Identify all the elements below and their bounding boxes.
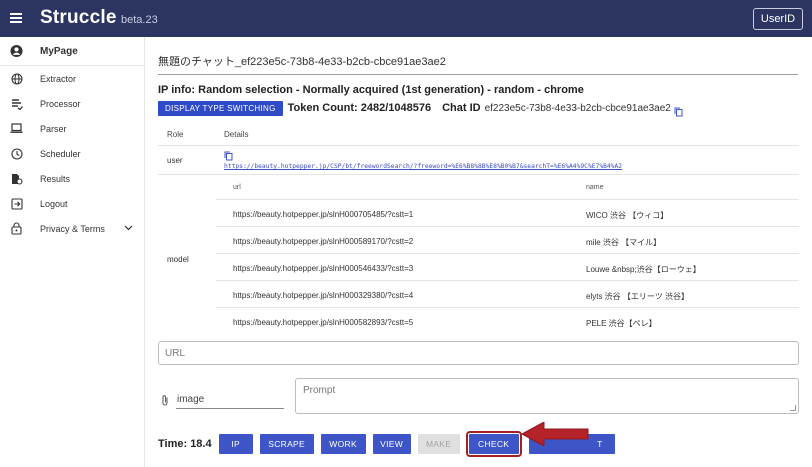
name-header: name bbox=[586, 184, 604, 191]
table-header-row: Role Details bbox=[158, 122, 799, 146]
sidebar-item-label: Processor bbox=[40, 98, 81, 109]
lock-icon bbox=[10, 222, 23, 235]
chat-title-field[interactable]: 無題のチャット_ef223e5c-73b8-4e33-b2cb-cbce91ae… bbox=[158, 53, 798, 75]
name-cell: Louwe &nbsp;渋谷【ローウェ】 bbox=[586, 265, 701, 274]
userid-button[interactable]: UserID bbox=[753, 8, 803, 30]
chat-toolbar: DISPLAY TYPE SWITCHING Token Count: 2482… bbox=[158, 100, 683, 116]
url-cell: https://beauty.hotpepper.jp/slnH00054643… bbox=[233, 264, 414, 273]
work-button[interactable]: WORK bbox=[320, 434, 366, 454]
scrape-button[interactable]: SCRAPE bbox=[259, 434, 314, 454]
clock-icon bbox=[10, 147, 23, 160]
display-type-switching-button[interactable]: DISPLAY TYPE SWITCHING bbox=[158, 100, 283, 116]
copy-icon[interactable] bbox=[674, 104, 683, 116]
version-label: beta.23 bbox=[121, 14, 158, 26]
chevron-down-icon[interactable] bbox=[124, 223, 133, 233]
hamburger-menu-icon[interactable] bbox=[10, 11, 24, 25]
paperclip-icon[interactable] bbox=[160, 394, 170, 407]
name-cell: mile 渋谷 【マイル】 bbox=[586, 238, 662, 247]
prompt-placeholder: Prompt bbox=[303, 385, 336, 396]
sidebar-item-parser[interactable]: Parser bbox=[0, 116, 144, 141]
image-input[interactable]: image bbox=[176, 394, 284, 409]
token-count: Token Count: 2482/1048576 bbox=[287, 102, 432, 114]
table-row-user: user https://beauty.hotpepper.jp/CSP/bt/… bbox=[158, 146, 799, 175]
sidebar: MyPage Extractor Processor Parser Schedu… bbox=[0, 37, 145, 467]
sidebar-item-label: Logout bbox=[40, 198, 68, 209]
role-header: Role bbox=[167, 130, 184, 139]
sidebar-item-mypage[interactable]: MyPage bbox=[0, 37, 144, 66]
app-bar: Struccle beta.23 UserID bbox=[0, 0, 812, 37]
inner-header-row: url name bbox=[216, 175, 799, 200]
url-cell: https://beauty.hotpepper.jp/slnH00058917… bbox=[233, 237, 414, 246]
copy-icon[interactable] bbox=[224, 148, 233, 161]
model-result-table: url name https://beauty.hotpepper.jp/sln… bbox=[216, 175, 799, 335]
ip-info-text: IP info: Random selection - Normally acq… bbox=[158, 84, 584, 96]
sidebar-item-label: Parser bbox=[40, 123, 67, 134]
make-button: MAKE bbox=[417, 434, 460, 454]
brand-title: Struccle bbox=[40, 7, 117, 28]
sidebar-item-label: Privacy & Terms bbox=[40, 223, 105, 234]
url-cell: https://beauty.hotpepper.jp/slnH00032938… bbox=[233, 291, 414, 300]
details-header: Details bbox=[224, 130, 249, 139]
table-row: https://beauty.hotpepper.jp/slnH00032938… bbox=[216, 281, 799, 308]
results-icon bbox=[10, 172, 23, 185]
view-button[interactable]: VIEW bbox=[372, 434, 411, 454]
main-panel: 無題のチャット_ef223e5c-73b8-4e33-b2cb-cbce91ae… bbox=[146, 37, 812, 467]
search-url-link[interactable]: https://beauty.hotpepper.jp/CSP/bt/freew… bbox=[224, 163, 622, 170]
table-row: https://beauty.hotpepper.jp/slnH00070548… bbox=[216, 200, 799, 227]
table-row: https://beauty.hotpepper.jp/slnH00054643… bbox=[216, 254, 799, 281]
sidebar-item-scheduler[interactable]: Scheduler bbox=[0, 141, 144, 166]
chat-table: Role Details user https://beauty.hotpepp… bbox=[158, 122, 799, 328]
sidebar-item-logout[interactable]: Logout bbox=[0, 191, 144, 216]
url-input[interactable]: URL bbox=[158, 341, 799, 365]
sidebar-item-label: MyPage bbox=[40, 45, 78, 57]
account-circle-icon bbox=[10, 44, 23, 58]
role-cell: user bbox=[167, 156, 183, 165]
table-row: https://beauty.hotpepper.jp/slnH00058289… bbox=[216, 308, 799, 335]
sidebar-item-results[interactable]: Results bbox=[0, 166, 144, 191]
url-cell: https://beauty.hotpepper.jp/slnH00070548… bbox=[233, 210, 414, 219]
sidebar-item-label: Extractor bbox=[40, 73, 77, 84]
ip-button[interactable]: IP bbox=[218, 434, 253, 454]
sidebar-item-extractor[interactable]: Extractor bbox=[0, 66, 144, 91]
sidebar-item-label: Scheduler bbox=[40, 148, 81, 159]
laptop-icon bbox=[10, 122, 23, 135]
role-cell: model bbox=[167, 255, 189, 264]
logout-icon bbox=[10, 197, 23, 210]
elapsed-time: Time: 18.4 bbox=[158, 438, 212, 450]
table-row-model: model url name https://beauty.hotpepper.… bbox=[158, 175, 799, 328]
url-cell: https://beauty.hotpepper.jp/slnH00058289… bbox=[233, 318, 414, 327]
check-button[interactable]: CHECK bbox=[465, 431, 522, 457]
sidebar-item-label: Results bbox=[40, 173, 71, 184]
chat-id-label: Chat ID bbox=[442, 102, 481, 114]
name-cell: WICO 渋谷 【ウィコ】 bbox=[586, 211, 669, 220]
url-header: url bbox=[233, 184, 241, 191]
processor-icon bbox=[10, 97, 23, 110]
table-row: https://beauty.hotpepper.jp/slnH00058917… bbox=[216, 227, 799, 254]
sidebar-item-privacy-terms[interactable]: Privacy & Terms bbox=[0, 216, 144, 241]
name-cell: PELE 渋谷【ペレ】 bbox=[586, 319, 657, 328]
resize-handle-icon[interactable] bbox=[790, 405, 796, 411]
globe-icon bbox=[10, 72, 23, 85]
chat-id-value: ef223e5c-73b8-4e33-b2cb-cbce91ae3ae2 bbox=[484, 102, 671, 114]
highlight-arrow-icon bbox=[522, 422, 589, 446]
name-cell: elyts 渋谷 【エリーツ 渋谷】 bbox=[586, 292, 689, 301]
sidebar-item-processor[interactable]: Processor bbox=[0, 91, 144, 116]
prompt-textarea[interactable]: Prompt bbox=[295, 378, 799, 414]
